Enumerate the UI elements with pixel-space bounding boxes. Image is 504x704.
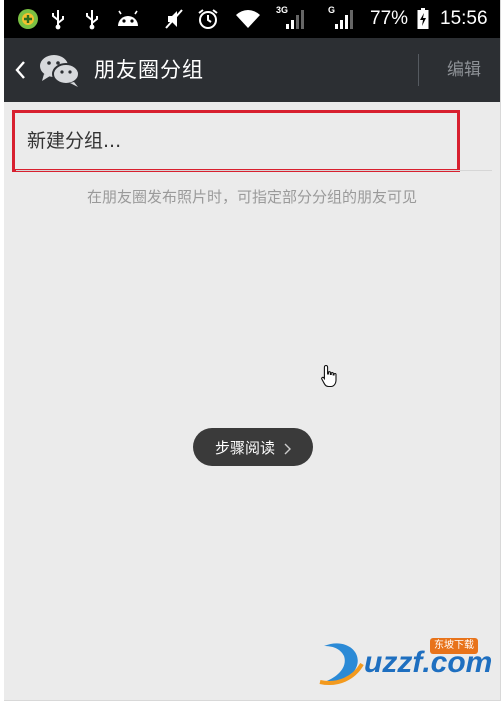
usb-icon xyxy=(48,7,68,31)
new-group-item[interactable]: 新建分组... xyxy=(12,110,460,172)
chevron-right-icon xyxy=(283,441,291,455)
mute-icon xyxy=(162,7,186,31)
hand-cursor-icon xyxy=(320,364,338,388)
page-title: 朋友圈分组 xyxy=(94,58,204,82)
hint-text: 在朋友圈发布照片时，可指定部分分组的朋友可见 xyxy=(86,188,417,206)
action-bar: 朋友圈分组 编辑 xyxy=(4,38,500,102)
back-arrow-icon[interactable] xyxy=(12,58,28,82)
action-bar-divider xyxy=(418,54,419,86)
watermark-badge: 东坡下载 xyxy=(430,638,478,654)
watermark: uzzf.com 东坡下载 xyxy=(318,636,498,692)
status-bar: 3G G 77% 15:56 xyxy=(4,0,500,38)
watermark-logo-icon xyxy=(319,643,364,685)
wifi-icon xyxy=(234,7,262,31)
battery-percent: 77% xyxy=(370,8,409,29)
usb-icon xyxy=(82,7,102,31)
signal-g-icon: G xyxy=(326,5,356,31)
phone-screen: 3G G 77% 15:56 朋友圈分组 编辑 新建分组... 在朋友圈发布照片… xyxy=(4,0,501,701)
alarm-icon xyxy=(196,7,220,31)
signal-3g-icon: 3G xyxy=(276,5,304,31)
list-divider xyxy=(16,170,492,171)
app-notification-icon xyxy=(16,7,40,31)
clock-time: 15:56 xyxy=(440,8,488,29)
step-read-button[interactable]: 步骤阅读 xyxy=(193,428,313,466)
battery-charging-icon xyxy=(416,7,430,31)
wechat-logo-icon xyxy=(38,52,82,88)
edit-button[interactable]: 编辑 xyxy=(434,38,494,102)
android-debug-icon xyxy=(114,7,142,31)
step-read-label: 步骤阅读 xyxy=(214,438,275,457)
new-group-label: 新建分组... xyxy=(27,130,122,152)
